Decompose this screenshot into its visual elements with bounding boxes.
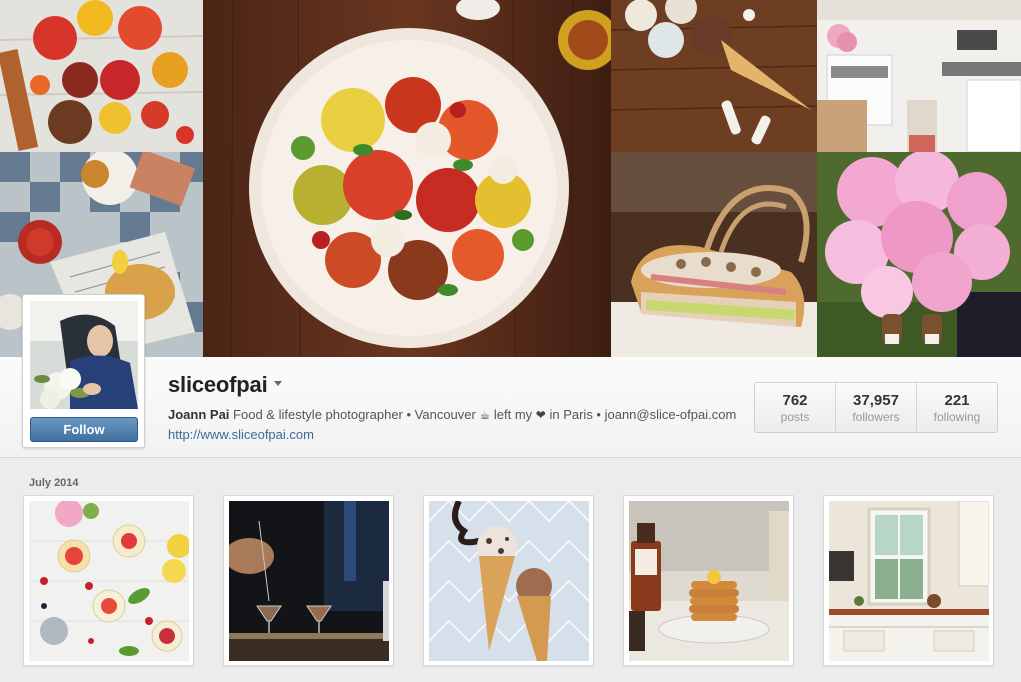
chevron-down-icon[interactable] [274,381,282,386]
cover-photo-peonies[interactable] [817,152,1021,357]
stat-followers-count: 37,957 [853,392,899,409]
cover-photo-tomato-plate[interactable] [203,0,611,357]
stat-followers[interactable]: 37,957 followers [836,383,917,432]
stat-following-count: 221 [944,392,970,409]
cover-collage [0,0,1021,357]
cover-photo-ice-cream[interactable] [611,0,817,152]
avatar-card: Follow [22,294,145,448]
stat-followers-label: followers [852,410,900,424]
bio-text-1: Food & lifestyle photographer • Vancouve… [233,407,476,422]
post-thumbnail[interactable] [623,495,794,666]
post-thumbnail[interactable] [823,495,994,666]
coffee-icon: ☕ [479,408,491,422]
website-link[interactable]: http://www.sliceofpai.com [168,427,314,442]
post-thumbnail[interactable] [23,495,194,666]
profile-username: sliceofpai [168,372,268,397]
stat-posts-count: 762 [782,392,808,409]
bio-full-name: Joann Pai [168,407,230,422]
stat-posts-label: posts [780,410,810,424]
feed-month-label: July 2014 [29,477,79,489]
profile-stats: 762 posts 37,957 followers 221 following [754,382,998,433]
avatar[interactable] [30,301,138,409]
profile-bio: Joann Pai Food & lifestyle photographer … [168,405,738,445]
heart-icon: ❤ [535,408,546,422]
cover-photo-kitchen[interactable] [817,0,1021,152]
bio-text-2: left my [493,407,533,422]
cover-photo-tomatoes[interactable] [0,0,203,152]
cover-photo-sandwich[interactable] [611,152,817,357]
stat-following[interactable]: 221 following [917,383,997,432]
post-thumbnail[interactable] [423,495,594,666]
stat-following-label: following [933,410,981,424]
follow-button[interactable]: Follow [30,417,138,442]
post-thumbnail[interactable] [223,495,394,666]
stat-posts[interactable]: 762 posts [755,383,836,432]
bio-text-3: in Paris • joann@slice-ofpai.com [549,407,737,422]
